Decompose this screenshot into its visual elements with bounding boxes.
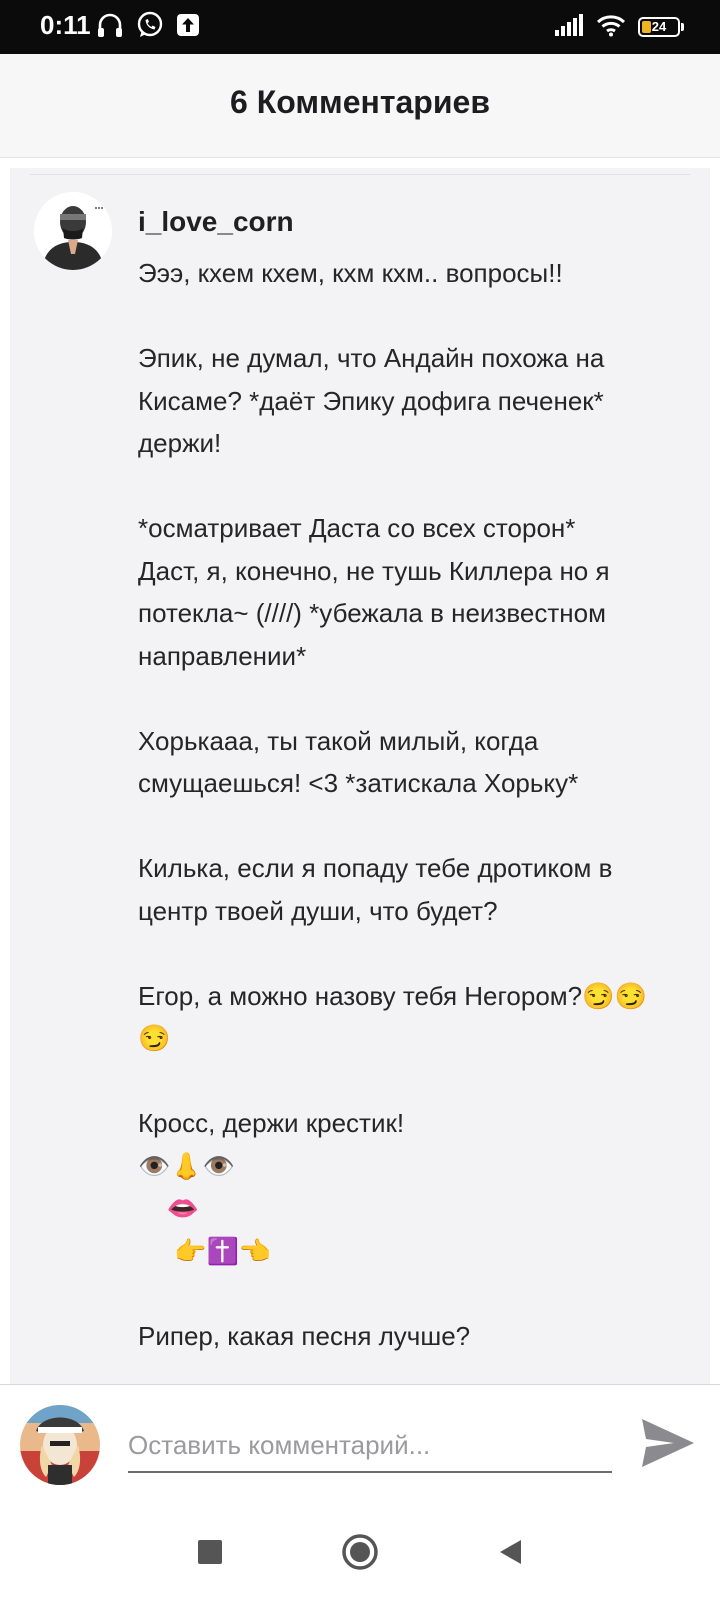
nav-recents-button[interactable]: [190, 1534, 230, 1574]
comment-line: смущаешься! <3 *затискала Хорьку*: [138, 768, 579, 798]
comment-line: Килька, если я попаду тебе дротиком в: [138, 853, 613, 883]
signal-icon: [554, 13, 584, 41]
comment-line: Эээ, кхем кхем, кхм кхм.. вопросы!!: [138, 258, 563, 288]
comment-line: [138, 1060, 698, 1103]
comment-input-bar: [0, 1384, 720, 1504]
page-title: 6 Комментариев: [230, 84, 490, 120]
whatsapp-icon: [136, 11, 164, 44]
nav-back-button[interactable]: [490, 1534, 530, 1574]
square-icon: [197, 1539, 223, 1570]
comment-text: Эээ, кхем кхем, кхм кхм.. вопросы!! Эпик…: [138, 252, 698, 1357]
system-nav-bar: [0, 1504, 720, 1600]
comment-line: Егор, а можно назову тебя Негором?😏😏: [138, 980, 647, 1011]
comment-line: Кросс, держи крестик!: [138, 1108, 405, 1138]
comment-line: 👄: [138, 1193, 200, 1223]
comment-line: центр твоей души, что будет?: [138, 895, 498, 926]
comment-line: [138, 677, 698, 720]
battery-level: 24: [651, 19, 667, 34]
comment-card: i_love_corn Эээ, кхем кхем, кхм кхм.. во…: [10, 168, 710, 1384]
divider: [30, 174, 690, 175]
user-avatar[interactable]: [20, 1405, 100, 1485]
comment-line: Даст, я, конечно, не тушь Киллера но я: [138, 555, 610, 586]
status-bar: 0:11 24: [0, 0, 720, 54]
comment-input[interactable]: [128, 1419, 612, 1473]
comments-list[interactable]: i_love_corn Эээ, кхем кхем, кхм кхм.. во…: [0, 158, 720, 1384]
comment-line: 👉✝️👈: [138, 1235, 272, 1266]
status-icons-right: 24: [554, 13, 684, 42]
comment-line: 👁️👃👁️: [138, 1150, 236, 1181]
comment-line: направлении*: [138, 640, 307, 671]
status-time: 0:11: [40, 10, 91, 40]
comment-line: 😏: [138, 1023, 171, 1053]
back-triangle-icon: [497, 1538, 523, 1571]
commenter-avatar[interactable]: [34, 192, 112, 270]
comment-line: Кисаме? *даёт Эпику дофига печенек*: [138, 385, 604, 416]
comment-line: Хорькааа, ты такой милый, когда: [138, 725, 539, 756]
comment-line: потекла~ (////) *убежала в неизвестном: [138, 598, 606, 628]
comment-line: [138, 465, 698, 508]
headphones-icon: [96, 12, 124, 43]
comment-line: Эпик, не думал, что Андайн похожа на: [138, 343, 605, 373]
battery-icon: 24: [638, 17, 684, 37]
wifi-icon: [596, 13, 626, 42]
header: 6 Комментариев: [0, 54, 720, 158]
status-icons-left: [96, 11, 200, 44]
comment-line: *осматривает Даста со всех сторон*: [138, 513, 576, 543]
comment-line: держи!: [138, 428, 222, 458]
send-icon: [640, 1417, 696, 1474]
comment-line: [138, 932, 698, 975]
comment-author[interactable]: i_love_corn: [138, 206, 294, 238]
upload-icon: [176, 13, 200, 42]
send-button[interactable]: [638, 1415, 698, 1475]
comment-line: [138, 805, 698, 848]
circle-icon: [341, 1533, 379, 1576]
comment-line: Рипер, какая песня лучше?: [138, 1320, 471, 1351]
comment-line: [138, 1272, 698, 1315]
nav-home-button[interactable]: [340, 1533, 380, 1576]
comment-line: [138, 295, 698, 338]
